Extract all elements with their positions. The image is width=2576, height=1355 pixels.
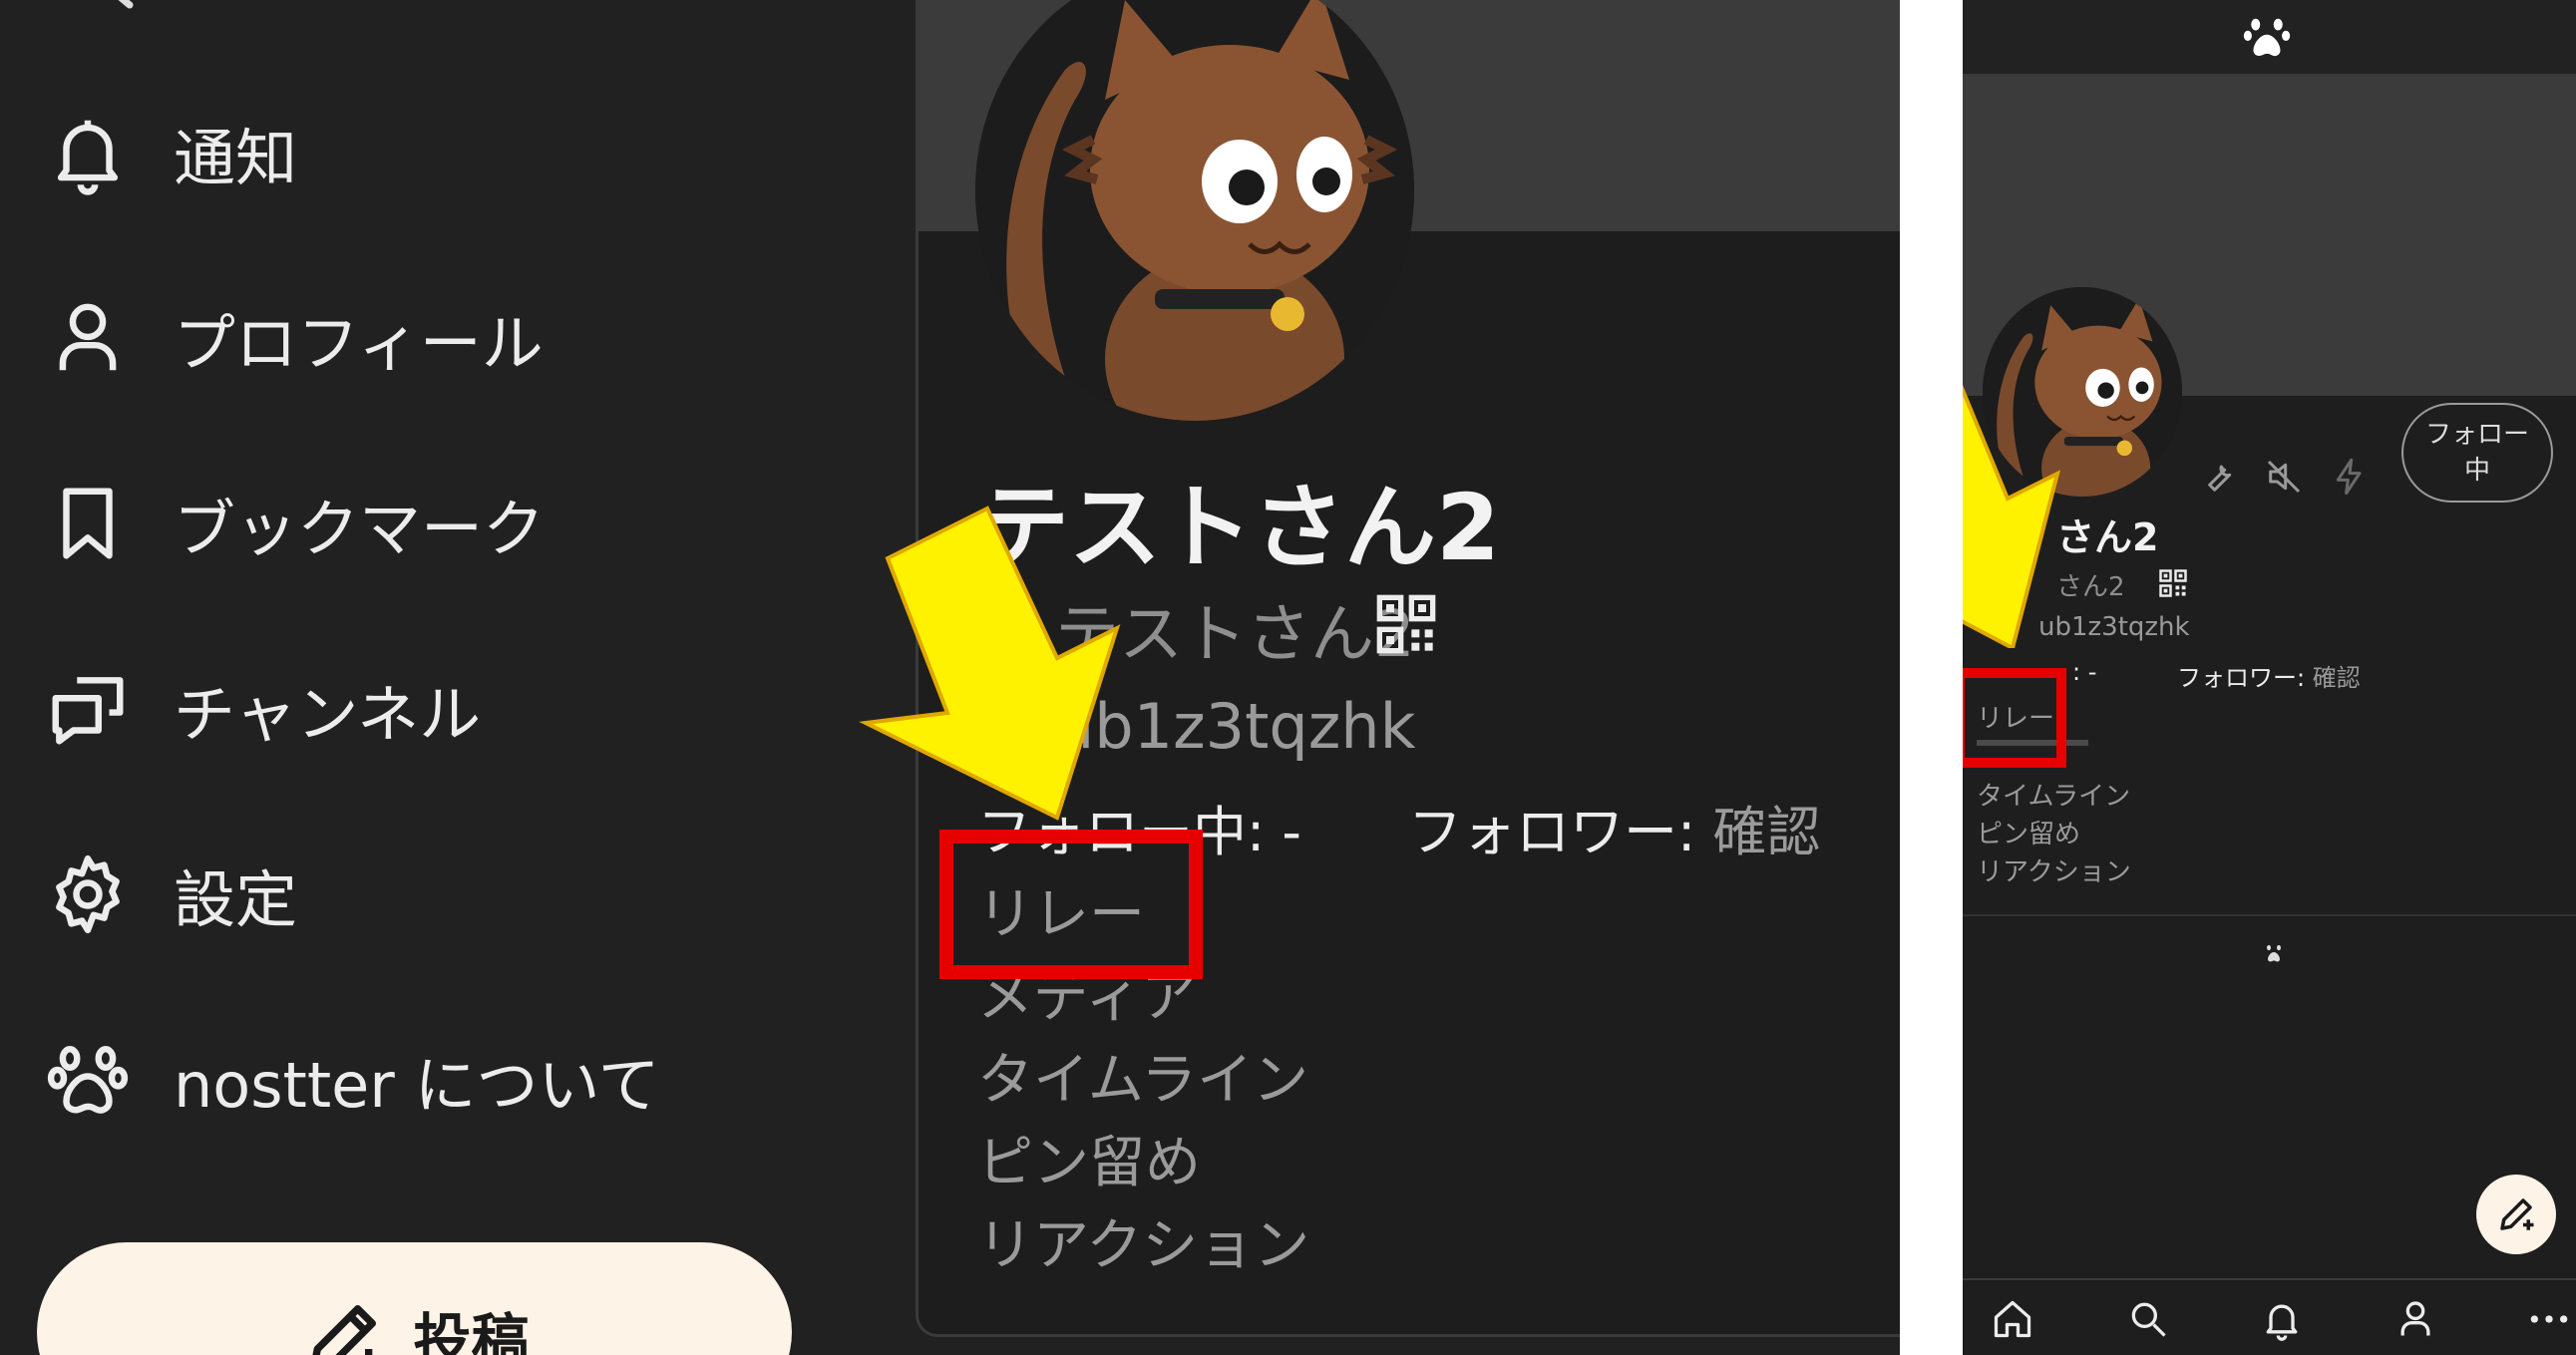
nav-item-label: nostter について (174, 1049, 660, 1122)
post-button[interactable]: 投稿 (37, 1242, 792, 1355)
paw-logo-icon[interactable] (2240, 10, 2294, 64)
more-icon[interactable] (2521, 1291, 2576, 1347)
mobile-highlight-box (1963, 668, 2066, 768)
bell-icon[interactable] (2254, 1291, 2310, 1347)
tab-timeline[interactable]: タイムライン (977, 1035, 1308, 1116)
wrench-icon[interactable] (2198, 457, 2238, 497)
yellow-arrow-icon (859, 506, 1121, 821)
mobile-following-count[interactable]: : - (2072, 658, 2096, 686)
nav-item-profile[interactable]: プロフィール (40, 283, 544, 393)
user-icon (40, 290, 136, 386)
divider (1963, 914, 2576, 916)
qr-code-icon[interactable] (1374, 592, 1438, 656)
tab-pinned[interactable]: ピン留め (977, 1118, 1201, 1198)
nav-item-bookmarks[interactable]: ブックマーク (40, 469, 545, 578)
left-panel: 通知 プロフィール ブックマーク チャンネル 設定 nostter について 投… (0, 0, 1900, 1355)
pen-plus-icon (312, 1305, 377, 1355)
highlight-box (939, 830, 1203, 979)
user-icon[interactable] (2388, 1291, 2443, 1347)
chat-icon (40, 661, 136, 757)
tab-reactions[interactable]: リアクション (977, 1200, 1309, 1281)
mobile-tab-timeline[interactable]: タイムライン (1977, 776, 2130, 813)
nav-item-notifications[interactable]: 通知 (40, 98, 297, 207)
pen-plus-icon (2500, 1198, 2534, 1230)
following-button[interactable]: フォロー中 (2401, 403, 2553, 503)
bell-icon (40, 105, 136, 200)
nav-item-settings[interactable]: 設定 (40, 840, 297, 949)
paw-icon (40, 1032, 136, 1128)
followers-confirm-link[interactable]: 確認 (2313, 664, 2361, 692)
mobile-tab-pinned[interactable]: ピン留め (1977, 814, 2080, 850)
chevron-icon (118, 0, 134, 9)
qr-code-icon[interactable] (2158, 568, 2188, 598)
compose-fab[interactable] (2476, 1175, 2556, 1254)
followers-count[interactable]: フォロワー: 確認 (1408, 788, 1820, 866)
bookmark-icon (40, 476, 136, 571)
nav-item-label: ブックマーク (174, 493, 546, 565)
nav-item-about[interactable]: nostter について (40, 1025, 660, 1135)
yellow-arrow-icon (1963, 385, 2061, 648)
home-icon[interactable] (1985, 1291, 2040, 1347)
mute-icon[interactable] (2264, 457, 2304, 497)
nav-item-label: 設定 (174, 863, 298, 936)
mobile-followers-count[interactable]: フォロワー: 確認 (2177, 658, 2361, 693)
gear-icon (40, 847, 136, 942)
followers-label: フォロワー: (2177, 664, 2306, 692)
zap-icon[interactable] (2330, 457, 2370, 497)
nav-item-label: チャンネル (174, 678, 482, 751)
followers-confirm-link[interactable]: 確認 (1712, 801, 1820, 863)
nav-item-label: 通知 (174, 122, 298, 194)
search-icon[interactable] (2120, 1291, 2176, 1347)
panel-divider (1900, 0, 1963, 1355)
followers-label: フォロワー: (1408, 801, 1696, 863)
loading-paw-icon (2267, 944, 2281, 962)
post-button-label: 投稿 (413, 1307, 530, 1355)
nav-item-channels[interactable]: チャンネル (40, 654, 481, 764)
mobile-tab-reactions[interactable]: リアクション (1977, 851, 2131, 888)
nav-item-label: プロフィール (174, 307, 544, 380)
mobile-panel: フォロー中 さん2 さん2 ub1z3tqzhk : - フォロワー: 確認 リ… (1963, 0, 2576, 1355)
